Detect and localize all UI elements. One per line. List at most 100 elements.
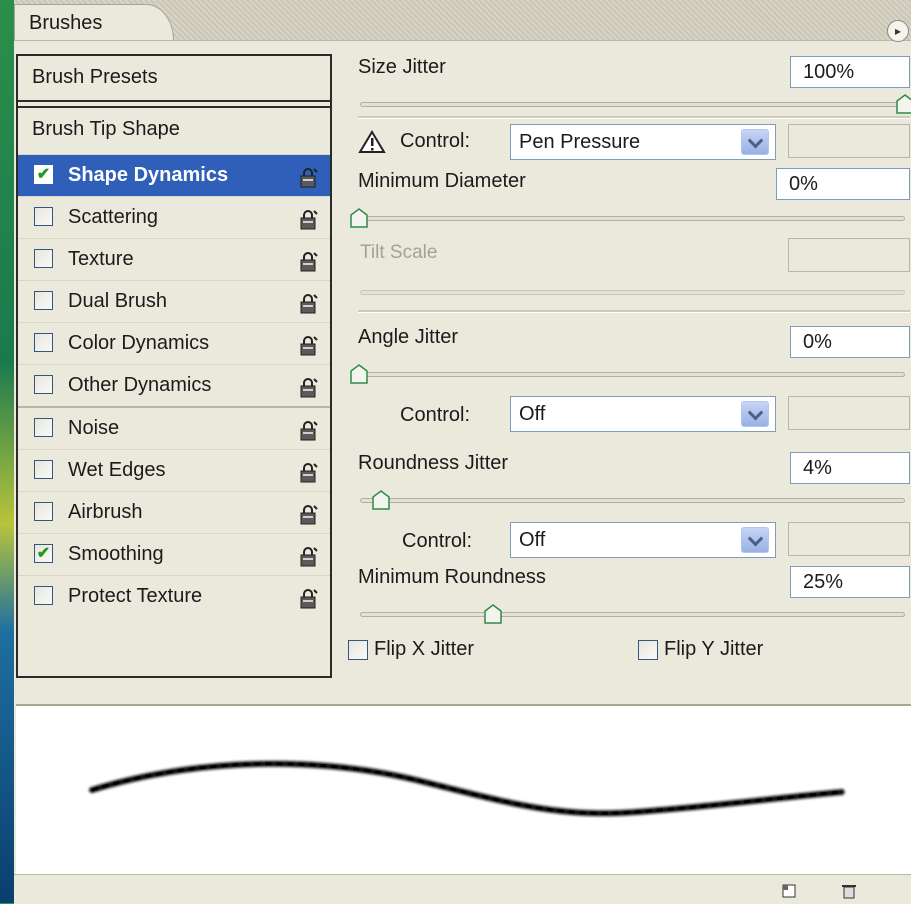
size-control-label: Control:: [400, 130, 471, 152]
tilt-scale-slider: [360, 290, 905, 295]
list-item-label: Smoothing: [68, 543, 164, 565]
lock-icon[interactable]: [298, 584, 320, 609]
minimum-roundness-field[interactable]: 25%: [790, 566, 910, 598]
lock-icon[interactable]: [298, 416, 320, 441]
list-item[interactable]: Scattering: [18, 196, 330, 238]
checkbox[interactable]: [34, 249, 53, 268]
list-item[interactable]: Dual Brush: [18, 280, 330, 322]
list-item-label: Color Dynamics: [68, 332, 210, 354]
minimum-diameter-slider[interactable]: [360, 216, 905, 221]
lock-icon[interactable]: [298, 205, 320, 230]
tilt-scale-field: [788, 238, 910, 272]
checkbox[interactable]: [34, 586, 53, 605]
size-jitter-field[interactable]: 100%: [790, 56, 910, 88]
list-item[interactable]: Color Dynamics: [18, 322, 330, 364]
flip-y-jitter-label: Flip Y Jitter: [664, 638, 764, 660]
checkbox[interactable]: [34, 207, 53, 226]
list-item[interactable]: ✔ Smoothing: [18, 533, 330, 575]
size-control-select[interactable]: Pen Pressure: [510, 124, 776, 160]
lock-icon[interactable]: [298, 331, 320, 356]
minimum-roundness-label: Minimum Roundness: [358, 566, 546, 588]
roundness-control-value: Off: [519, 529, 546, 551]
brush-stroke-image: [89, 760, 845, 817]
angle-jitter-slider[interactable]: [360, 372, 905, 377]
separator: [358, 310, 910, 313]
list-item-label: Other Dynamics: [68, 374, 212, 396]
angle-control-extra-field: [788, 396, 910, 430]
brush-presets-item[interactable]: Brush Presets: [18, 56, 330, 102]
size-jitter-slider[interactable]: [360, 102, 905, 107]
checkbox[interactable]: [34, 460, 53, 479]
size-control-value: Pen Pressure: [519, 131, 641, 153]
roundness-control-label: Control:: [402, 530, 473, 552]
desktop-background: [0, 0, 14, 903]
list-item[interactable]: ✔ Shape Dynamics: [18, 154, 330, 196]
list-item[interactable]: Texture: [18, 238, 330, 280]
list-item-label: Texture: [68, 248, 134, 270]
new-preset-icon[interactable]: [780, 883, 798, 899]
minimum-diameter-field[interactable]: 0%: [776, 168, 910, 200]
size-jitter-label: Size Jitter: [358, 56, 446, 78]
minimum-roundness-slider[interactable]: [360, 612, 905, 617]
separator: [358, 116, 910, 119]
roundness-jitter-slider-thumb[interactable]: [372, 490, 390, 510]
roundness-jitter-field[interactable]: 4%: [790, 452, 910, 484]
list-item-label: Noise: [68, 417, 120, 439]
angle-jitter-label: Angle Jitter: [358, 326, 459, 348]
list-item[interactable]: Other Dynamics: [18, 364, 330, 406]
flip-x-jitter-label: Flip X Jitter: [374, 638, 475, 660]
roundness-control-extra-field: [788, 522, 910, 556]
panel-tab-bar: Brushes ▸: [14, 0, 911, 42]
roundness-control-select[interactable]: Off: [510, 522, 776, 558]
list-item[interactable]: Protect Texture: [18, 575, 330, 617]
list-item[interactable]: Noise: [18, 406, 330, 449]
warning-triangle-icon: [358, 130, 386, 153]
lock-icon[interactable]: [298, 289, 320, 314]
panel-bottom-bar: [14, 874, 911, 904]
angle-jitter-field[interactable]: 0%: [790, 326, 910, 358]
chevron-down-icon[interactable]: [741, 129, 769, 155]
brushes-panel: Brushes ▸ Brush Presets Brush Tip Shape …: [14, 0, 911, 904]
chevron-down-icon[interactable]: [741, 401, 769, 427]
list-item-label: Wet Edges: [68, 459, 166, 481]
angle-control-label: Control:: [400, 404, 471, 426]
list-item[interactable]: Airbrush: [18, 491, 330, 533]
angle-control-value: Off: [519, 403, 546, 425]
flip-x-jitter-checkbox[interactable]: [348, 640, 368, 660]
size-jitter-slider-thumb[interactable]: [896, 94, 911, 114]
flip-y-jitter-checkbox[interactable]: [638, 640, 658, 660]
list-item-label: Dual Brush: [68, 290, 167, 312]
lock-icon[interactable]: [298, 247, 320, 272]
angle-jitter-slider-thumb[interactable]: [350, 364, 368, 384]
flyout-arrow-icon[interactable]: ▸: [887, 20, 909, 42]
angle-control-select[interactable]: Off: [510, 396, 776, 432]
checkbox[interactable]: ✔: [34, 165, 53, 184]
brush-tip-shape-item[interactable]: Brush Tip Shape: [18, 106, 330, 154]
lock-icon[interactable]: [298, 500, 320, 525]
list-item-label: Shape Dynamics: [68, 164, 229, 186]
trash-icon[interactable]: [840, 883, 858, 899]
list-item-label: Scattering: [68, 206, 159, 228]
tilt-scale-label: Tilt Scale: [360, 242, 438, 263]
checkbox[interactable]: [34, 418, 53, 437]
checkbox[interactable]: ✔: [34, 544, 53, 563]
roundness-jitter-label: Roundness Jitter: [358, 452, 509, 474]
minimum-roundness-slider-thumb[interactable]: [484, 604, 502, 624]
checkbox[interactable]: [34, 375, 53, 394]
lock-icon[interactable]: [298, 458, 320, 483]
lock-icon[interactable]: [298, 373, 320, 398]
lock-icon[interactable]: [298, 542, 320, 567]
list-item-label: Airbrush: [68, 501, 143, 523]
checkbox[interactable]: [34, 333, 53, 352]
size-control-extra-field: [788, 124, 910, 158]
minimum-diameter-slider-thumb[interactable]: [350, 208, 368, 228]
checkbox[interactable]: [34, 502, 53, 521]
list-item[interactable]: Wet Edges: [18, 449, 330, 491]
lock-icon[interactable]: [298, 163, 320, 188]
tab-brushes[interactable]: Brushes: [14, 4, 174, 40]
chevron-down-icon[interactable]: [741, 527, 769, 553]
roundness-jitter-slider[interactable]: [360, 498, 905, 503]
list-item-label: Protect Texture: [68, 585, 203, 607]
checkbox[interactable]: [34, 291, 53, 310]
brush-stroke-preview: [16, 704, 911, 876]
